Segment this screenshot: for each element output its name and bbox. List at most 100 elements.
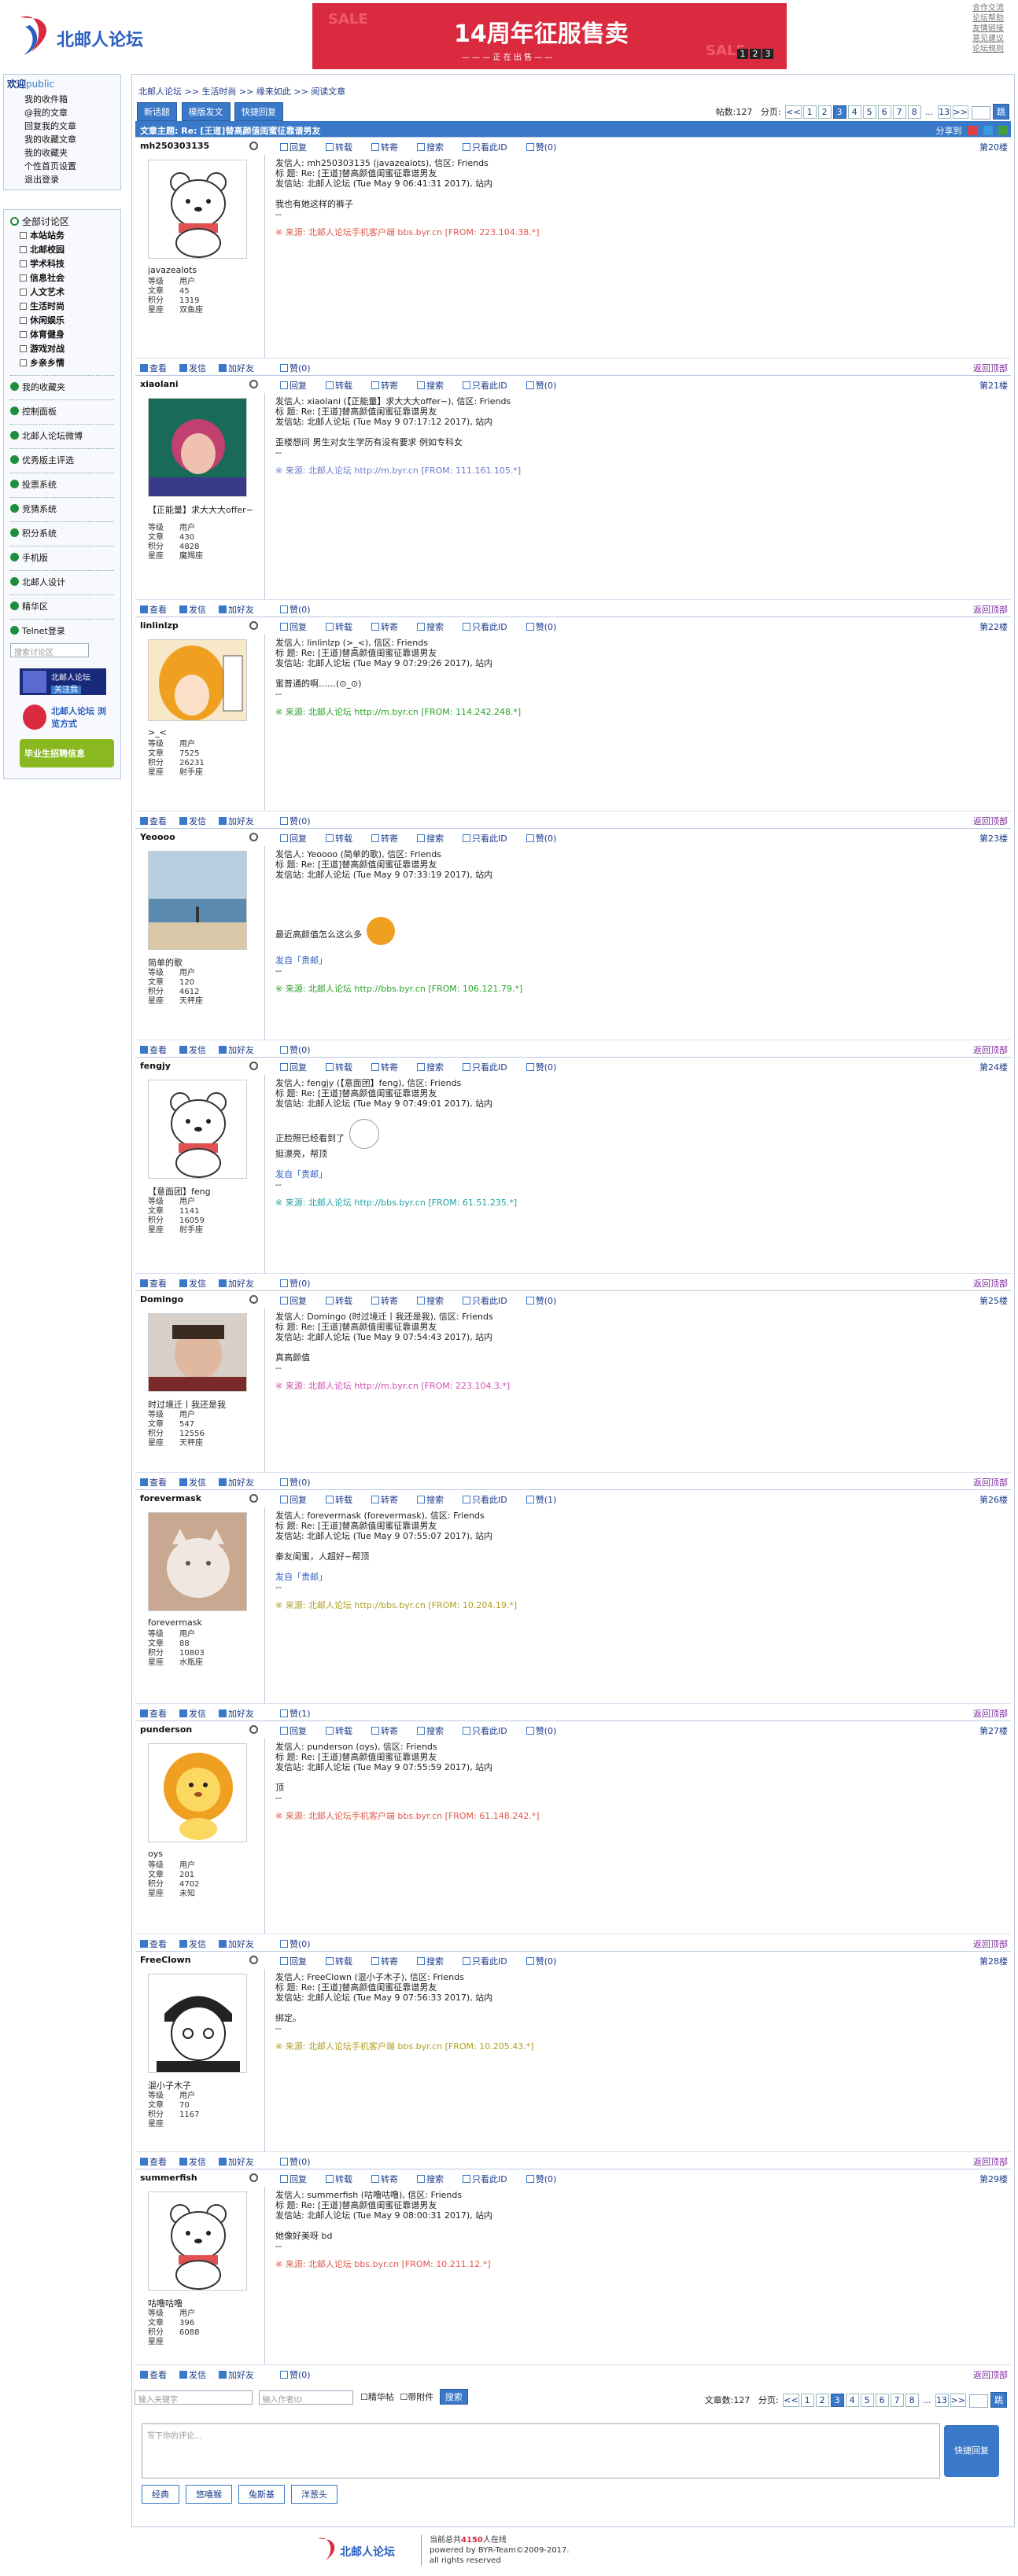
- page-link[interactable]: 8: [907, 105, 921, 119]
- expand-icon[interactable]: [20, 331, 27, 338]
- search-action[interactable]: 搜索: [417, 2174, 453, 2184]
- browse-ad[interactable]: 北邮人论坛 浏览方式: [20, 701, 114, 733]
- avatar[interactable]: [148, 2191, 247, 2291]
- add-friend-action[interactable]: 加好友: [219, 816, 260, 826]
- avatar[interactable]: [148, 1743, 247, 1842]
- sidebar-item[interactable]: 我的收藏夹: [4, 381, 120, 395]
- back-to-top-link[interactable]: 返回顶部: [973, 815, 1008, 827]
- search-action[interactable]: 搜索: [417, 1296, 453, 1306]
- page-link[interactable]: 13: [935, 2394, 949, 2407]
- search-action[interactable]: 搜索: [417, 622, 453, 632]
- avatar[interactable]: [148, 1313, 247, 1392]
- like-action[interactable]: 赞(0): [280, 1476, 311, 1489]
- post-username[interactable]: Domingo: [140, 1294, 183, 1305]
- like-action[interactable]: 赞(0): [526, 834, 566, 844]
- page-link[interactable]: 1: [802, 105, 817, 119]
- back-to-top-link[interactable]: 返回顶部: [973, 2368, 1008, 2381]
- page-link[interactable]: >>: [950, 2394, 966, 2407]
- top-link[interactable]: 论坛规则: [972, 44, 1012, 54]
- page-link[interactable]: 6: [875, 2394, 889, 2407]
- emoticon-tab[interactable]: 洋葱头: [291, 2485, 337, 2504]
- floor-number[interactable]: 第29楼: [979, 2173, 1008, 2185]
- user-link[interactable]: 我的收藏文章: [4, 133, 120, 146]
- view-action[interactable]: 查看: [140, 2370, 173, 2380]
- like-action[interactable]: 赞(0): [280, 1043, 311, 1056]
- user-action[interactable]: 只看此ID: [463, 834, 517, 844]
- sidebar-item[interactable]: 积分系统: [4, 527, 120, 541]
- section-item[interactable]: 信息社会: [4, 271, 120, 285]
- emoticon-tab[interactable]: 经典: [142, 2485, 179, 2504]
- page-go-button[interactable]: 跳: [993, 104, 1009, 120]
- reply-textarea[interactable]: 写下你的评论...: [142, 2423, 940, 2478]
- reply-action[interactable]: 回复: [280, 1726, 316, 1736]
- sidebar-item[interactable]: 精华区: [4, 600, 120, 614]
- digest-checkbox[interactable]: ☐精华帖: [360, 2392, 394, 2402]
- mail-action[interactable]: 转寄: [371, 1726, 408, 1736]
- add-friend-action[interactable]: 加好友: [219, 605, 260, 615]
- post-username[interactable]: xiaolani: [140, 379, 179, 389]
- expand-icon[interactable]: [20, 274, 27, 282]
- search-action[interactable]: 搜索: [417, 381, 453, 391]
- back-to-top-link[interactable]: 返回顶部: [973, 1938, 1008, 1950]
- forward-action[interactable]: 转载: [326, 1296, 362, 1306]
- section-item[interactable]: 学术科技: [4, 257, 120, 271]
- floor-number[interactable]: 第28楼: [979, 1955, 1008, 1967]
- template-post-button[interactable]: 模版发文: [181, 102, 231, 121]
- user-action[interactable]: 只看此ID: [463, 381, 517, 391]
- section-item[interactable]: 游戏对战: [4, 342, 120, 356]
- top-link[interactable]: 意见建议: [972, 34, 1012, 44]
- avatar[interactable]: [148, 851, 247, 950]
- mail-action[interactable]: 转寄: [371, 2174, 408, 2184]
- sidebar-item[interactable]: Telnet登录: [4, 624, 120, 638]
- quick-reply-button[interactable]: 快捷回复: [234, 102, 283, 121]
- reply-action[interactable]: 回复: [280, 381, 316, 391]
- page-link[interactable]: 2: [817, 105, 832, 119]
- avatar[interactable]: [148, 1080, 247, 1179]
- user-action[interactable]: 只看此ID: [463, 1296, 517, 1306]
- page-link[interactable]: >>: [952, 105, 968, 119]
- expand-icon[interactable]: [20, 232, 27, 239]
- forward-action[interactable]: 转载: [326, 381, 362, 391]
- back-to-top-link[interactable]: 返回顶部: [973, 2155, 1008, 2168]
- view-action[interactable]: 查看: [140, 1939, 173, 1949]
- mail-action[interactable]: 发信: [179, 816, 212, 826]
- like-action[interactable]: 赞(0): [526, 142, 566, 153]
- back-to-top-link[interactable]: 返回顶部: [973, 1707, 1008, 1720]
- expand-icon[interactable]: [20, 317, 27, 324]
- add-friend-action[interactable]: 加好友: [219, 1045, 260, 1055]
- view-action[interactable]: 查看: [140, 1279, 173, 1289]
- page-link[interactable]: 5: [862, 105, 876, 119]
- job-ad[interactable]: 毕业生招聘信息: [20, 739, 114, 767]
- top-link[interactable]: 友情链接: [972, 24, 1012, 34]
- floor-number[interactable]: 第24楼: [979, 1061, 1008, 1073]
- floor-number[interactable]: 第22楼: [979, 620, 1008, 633]
- forward-action[interactable]: 转载: [326, 622, 362, 632]
- like-action[interactable]: 赞(0): [526, 1062, 566, 1073]
- sidebar-item[interactable]: 手机版: [4, 551, 120, 565]
- page-jump-input[interactable]: [971, 105, 990, 120]
- page-link[interactable]: 4: [845, 2394, 859, 2407]
- attachment-checkbox[interactable]: ☐带附件: [400, 2392, 433, 2402]
- expand-icon[interactable]: [20, 289, 27, 296]
- page-link[interactable]: 3: [830, 2394, 844, 2407]
- like-action[interactable]: 赞(0): [526, 1726, 566, 1736]
- search-action[interactable]: 搜索: [417, 1062, 453, 1073]
- user-action[interactable]: 只看此ID: [463, 1956, 517, 1967]
- sidebar-search-input[interactable]: 搜索讨论区: [10, 643, 89, 657]
- section-item[interactable]: 生活时尚: [4, 300, 120, 314]
- mail-action[interactable]: 发信: [179, 1939, 212, 1949]
- mail-action[interactable]: 转寄: [371, 622, 408, 632]
- post-username[interactable]: Yeoooo: [140, 832, 175, 842]
- like-action[interactable]: 赞(0): [280, 362, 311, 374]
- add-friend-action[interactable]: 加好友: [219, 1709, 260, 1719]
- like-action[interactable]: 赞(0): [280, 603, 311, 616]
- mail-action[interactable]: 发信: [179, 1478, 212, 1488]
- like-action[interactable]: 赞(0): [280, 2368, 311, 2381]
- view-action[interactable]: 查看: [140, 2157, 173, 2167]
- mail-action[interactable]: 发信: [179, 2370, 212, 2380]
- all-sections[interactable]: 全部讨论区: [4, 215, 120, 229]
- mail-action[interactable]: 转寄: [371, 1495, 408, 1505]
- user-link[interactable]: 我的收藏夹: [4, 146, 120, 160]
- avatar[interactable]: [148, 160, 247, 259]
- mail-action[interactable]: 发信: [179, 363, 212, 374]
